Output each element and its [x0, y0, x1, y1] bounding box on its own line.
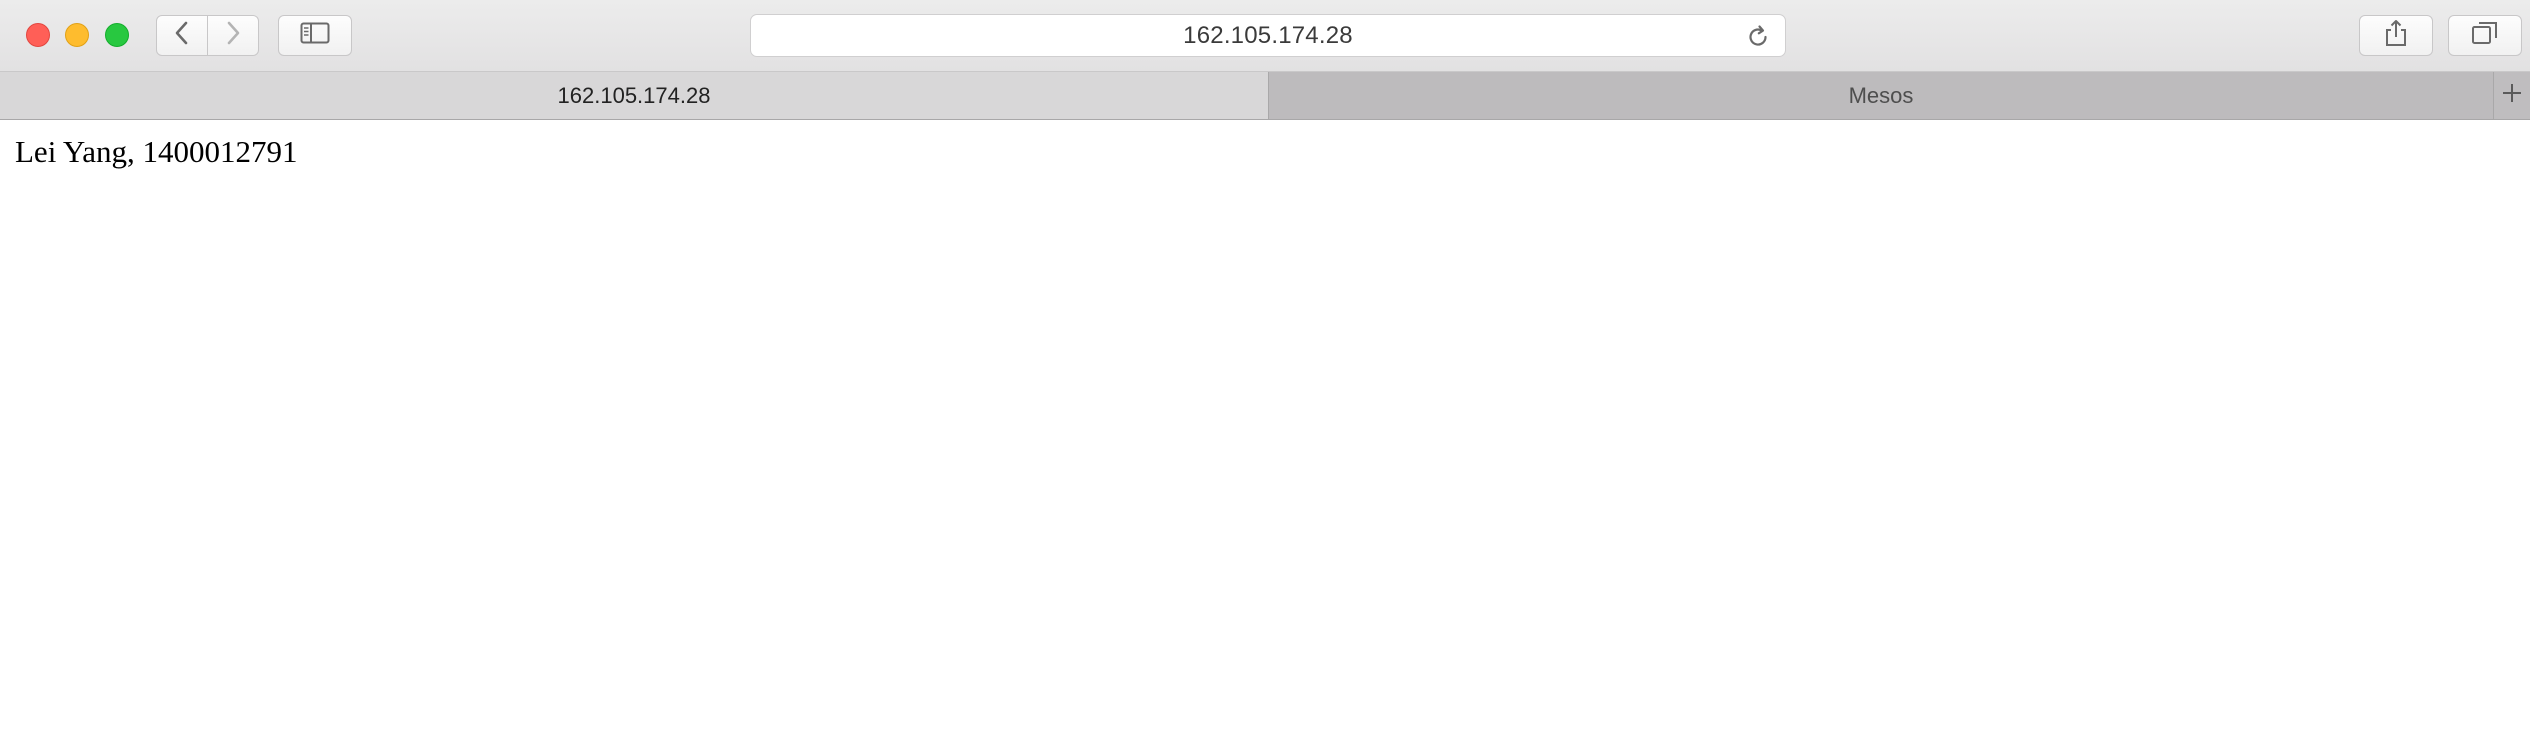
page-body-text: Lei Yang, 1400012791 — [15, 134, 298, 169]
chevron-right-icon — [224, 20, 242, 51]
tab-label: Mesos — [1848, 82, 1914, 108]
forward-button[interactable] — [207, 16, 258, 55]
browser-window: 162.105.174.28 162.105.174.28 Mesos Lei … — [0, 0, 2530, 756]
chevron-left-icon — [173, 20, 191, 51]
minimize-window-button[interactable] — [65, 23, 89, 47]
sidebar-toggle-button[interactable] — [278, 15, 352, 56]
maximize-window-button[interactable] — [105, 23, 129, 47]
tab-162-105-174-28[interactable]: 162.105.174.28 — [0, 72, 1269, 119]
tab-overview-button[interactable] — [2448, 15, 2522, 56]
sidebar-icon — [300, 22, 330, 49]
tab-bar: 162.105.174.28 Mesos — [0, 72, 2530, 120]
tab-mesos[interactable]: Mesos — [1269, 72, 2494, 119]
navigation-buttons — [156, 15, 259, 56]
close-window-button[interactable] — [26, 23, 50, 47]
share-button[interactable] — [2359, 15, 2433, 56]
tab-overview-icon — [2471, 20, 2499, 51]
plus-icon — [2501, 82, 2523, 109]
address-bar[interactable]: 162.105.174.28 — [750, 14, 1786, 57]
share-icon — [2383, 18, 2409, 53]
reload-icon[interactable] — [1745, 24, 1771, 50]
page-content: Lei Yang, 1400012791 — [0, 120, 2530, 756]
tab-label: 162.105.174.28 — [557, 82, 711, 108]
address-url: 162.105.174.28 — [1183, 21, 1353, 49]
back-button[interactable] — [157, 16, 207, 55]
browser-toolbar: 162.105.174.28 — [0, 0, 2530, 72]
new-tab-button[interactable] — [2494, 72, 2530, 119]
